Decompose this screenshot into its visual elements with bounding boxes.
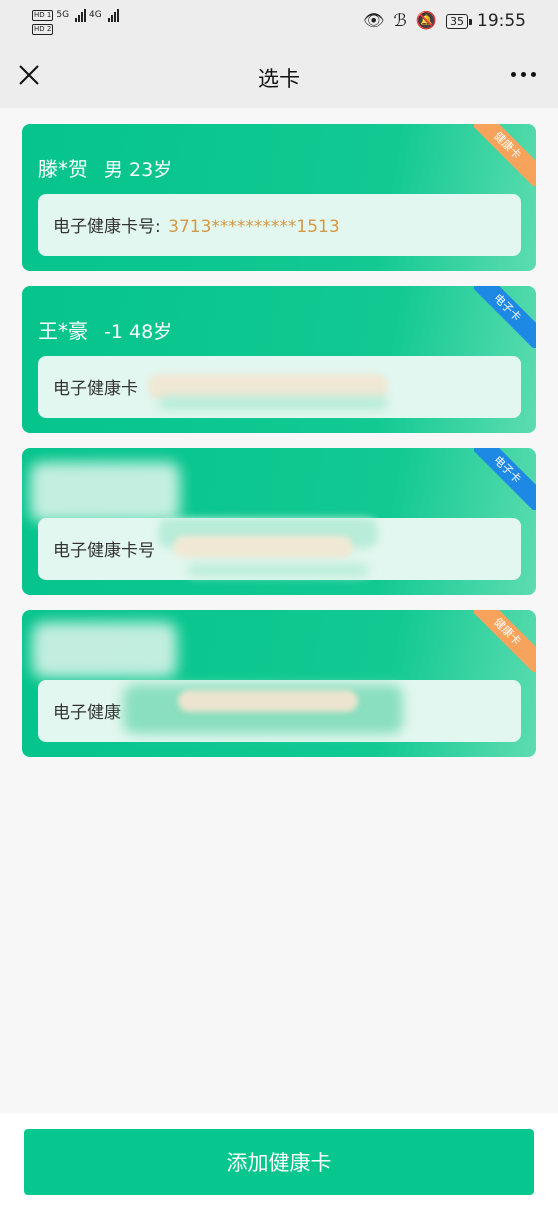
card-number-label: 电子健康卡号: (53, 217, 161, 237)
redaction-smear (188, 564, 368, 576)
card-number-panel: 电子健康卡号 (38, 518, 521, 580)
mute-icon: 🔕 (415, 11, 437, 31)
network-4g-label: 4G (89, 9, 102, 20)
redacted-name (32, 622, 177, 678)
card-number-label: 电子健康卡号 (53, 541, 155, 561)
health-card-2[interactable]: 电子卡 王*豪 -1 48岁 电子健康卡 (22, 286, 536, 433)
bottom-bar: 添加健康卡 (0, 1113, 558, 1209)
card-type-ribbon: 电子卡 (474, 448, 536, 510)
card-number-label: 电子健康卡 (53, 379, 138, 399)
card-number-panel: 电子健康卡 (38, 356, 521, 418)
card-number-value: 3713**********1513 (168, 217, 340, 237)
health-card-3[interactable]: 电子卡 电子健康卡号 (22, 448, 536, 595)
redaction-smear (158, 396, 388, 410)
card-type-ribbon: 健康卡 (474, 124, 536, 186)
redacted-name (30, 462, 180, 522)
card-type-ribbon: 健康卡 (474, 610, 536, 672)
signal-indicators: HD 1 5G 4G HD 2 (32, 8, 119, 35)
card-number-panel: 电子健康 (38, 680, 521, 742)
card-number-panel: 电子健康卡号: 3713**********1513 (38, 194, 521, 256)
card-type-ribbon: 电子卡 (474, 286, 536, 348)
signal-icon-2 (107, 8, 119, 22)
sim2-badge: HD 2 (32, 24, 54, 35)
card-holder-meta: -1 48岁 (104, 321, 173, 343)
eye-icon: 👁 (362, 11, 385, 31)
card-number-label: 电子健康 (53, 703, 121, 723)
more-icon[interactable] (511, 72, 536, 77)
bluetooth-icon: ℬ (393, 11, 407, 31)
network-5g-label: 5G (56, 9, 70, 20)
status-bar: HD 1 5G 4G HD 2 👁 ℬ 🔕 35 19:55 (0, 0, 558, 44)
redacted-number-2 (178, 690, 358, 712)
card-holder-name: 王*豪 (38, 319, 88, 343)
card-holder-name: 滕*贺 (38, 157, 88, 181)
redacted-number-2 (173, 536, 353, 558)
page-title: 选卡 (258, 67, 300, 91)
battery-icon: 35 (446, 13, 472, 29)
status-right: 👁 ℬ 🔕 35 19:55 (363, 11, 526, 31)
sim1-badge: HD 1 (32, 9, 54, 21)
nav-bar: 选卡 (0, 44, 558, 108)
signal-icon (75, 8, 87, 22)
health-card-4[interactable]: 健康卡 电子健康 (22, 610, 536, 757)
add-health-card-button[interactable]: 添加健康卡 (24, 1129, 534, 1195)
card-holder-meta: 男 23岁 (104, 159, 173, 181)
card-holder: 滕*贺男 23岁 (38, 153, 172, 182)
card-holder: 王*豪 -1 48岁 (38, 315, 172, 344)
status-time: 19:55 (477, 11, 526, 31)
health-card-1[interactable]: 健康卡 滕*贺男 23岁 电子健康卡号: 3713**********1513 (22, 124, 536, 271)
